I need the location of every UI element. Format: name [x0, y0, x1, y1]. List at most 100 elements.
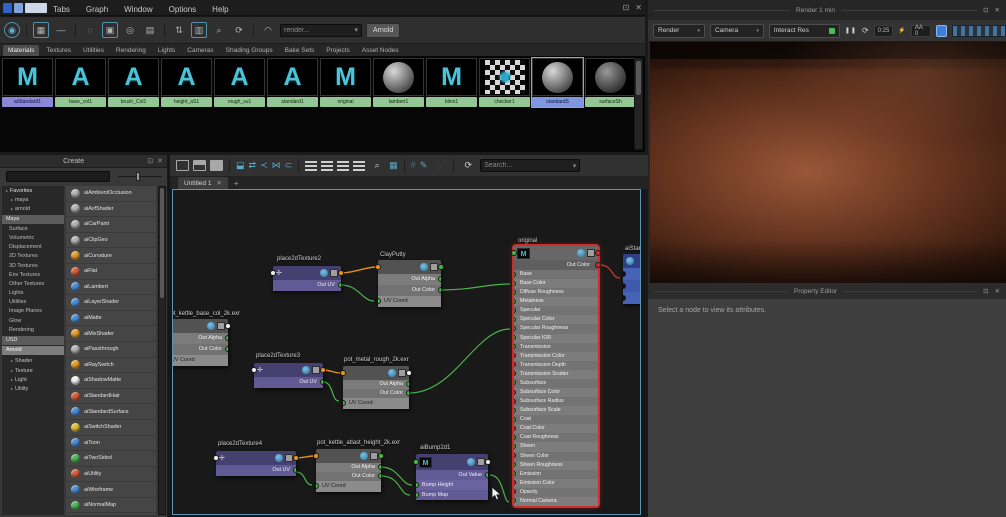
out-alpha-port[interactable]	[225, 335, 228, 341]
node-row[interactable]: Out Color	[173, 344, 228, 355]
node-search-input[interactable]: Search... ▾	[480, 159, 581, 172]
category-tree-item[interactable]: Rendering	[2, 326, 64, 335]
expand-icon[interactable]	[312, 366, 320, 374]
swatch-label[interactable]: rough_su1	[214, 97, 265, 107]
swatch-thumbnail[interactable]: A	[108, 58, 159, 96]
flash-icon[interactable]: ⚡	[898, 27, 905, 34]
swatch-thumbnail[interactable]: A	[161, 58, 212, 96]
collapse-icon[interactable]: —	[53, 22, 69, 38]
swatch-thumbnail[interactable]	[532, 58, 583, 96]
all-connections-icon[interactable]: ⋈	[272, 160, 281, 171]
category-tree-item[interactable]: Texture	[2, 366, 64, 375]
restart-render-icon[interactable]: ⟳	[862, 26, 869, 35]
create-node-item[interactable]: aiShadowMatte	[66, 373, 156, 389]
attribute-port[interactable]	[514, 434, 516, 440]
attribute-row[interactable]: Transmission Depth	[514, 360, 598, 370]
input-connections-icon[interactable]: ≺	[260, 160, 268, 171]
output-port[interactable]	[485, 459, 491, 465]
attribute-port[interactable]	[514, 298, 516, 304]
uv-port[interactable]	[316, 483, 319, 489]
category-tree-item[interactable]: Light	[2, 375, 64, 384]
file-node[interactable]: Out Alpha Out Color UV Coord	[375, 260, 444, 307]
out-color-port[interactable]	[225, 346, 228, 352]
attribute-port[interactable]	[514, 280, 516, 286]
browser-tab[interactable]: Shading Groups	[221, 45, 278, 56]
simple-view-icon[interactable]	[176, 160, 189, 171]
material-swatch[interactable]: A rough_su1	[214, 58, 265, 107]
attribute-row[interactable]: Transmission Scatter	[514, 369, 598, 379]
close-icon[interactable]: ✕	[635, 3, 642, 12]
chevron-down-icon[interactable]: ▾	[354, 26, 358, 34]
output-port[interactable]	[338, 270, 344, 276]
node-header[interactable]: M	[413, 454, 491, 470]
category-tree-item[interactable]: Lights	[2, 289, 64, 298]
attribute-port[interactable]	[514, 325, 516, 331]
layout-mode2-icon[interactable]	[321, 160, 334, 171]
material-swatch[interactable]: A base_col1	[55, 58, 106, 107]
node-header[interactable]	[313, 449, 384, 463]
node-row[interactable]: Out Color	[378, 285, 441, 296]
swatch-label[interactable]: lambert1	[373, 97, 424, 107]
category-tree-item[interactable]: Volumetric	[2, 234, 64, 243]
category-tree-item[interactable]: USD	[2, 336, 64, 346]
node-row[interactable]: Out Alpha	[173, 333, 228, 344]
filter-icon[interactable]: ▥	[191, 22, 207, 38]
node-row[interactable]: Out Alpha	[378, 274, 441, 285]
out-color-port[interactable]	[438, 287, 441, 293]
regraph-icon[interactable]: ⟳	[460, 158, 476, 174]
create-node-item[interactable]: aiWireframe	[66, 482, 156, 498]
render-swatch-icon[interactable]	[275, 454, 283, 462]
node-row[interactable]: Out UV	[254, 377, 323, 388]
attribute-row[interactable]: Specular Roughness	[514, 324, 598, 334]
place2d-node[interactable]: ✛ Out UV	[213, 451, 299, 476]
expand-icon[interactable]	[477, 458, 485, 466]
camera-dropdown[interactable]: Camera ▾	[709, 23, 764, 38]
category-tree-item[interactable]: Other Textures	[2, 280, 64, 289]
clear-filter-icon[interactable]: ◠	[260, 22, 276, 38]
attribute-port[interactable]	[514, 362, 516, 368]
input-port[interactable]	[251, 367, 257, 373]
node-row[interactable]: Out Alpha	[343, 380, 409, 389]
create-node-item[interactable]: aiRaySwitch	[66, 358, 156, 374]
attribute-port[interactable]	[514, 271, 516, 277]
node-row[interactable]: Out UV	[273, 280, 341, 291]
material-swatch[interactable]: A brush_Col1	[108, 58, 159, 107]
resolution-field[interactable]: Interact Res	[768, 23, 840, 38]
create-list-scrollbar[interactable]	[158, 186, 166, 515]
category-tree-item[interactable]: Arnold	[2, 346, 64, 356]
out-color-port[interactable]	[406, 390, 409, 396]
node-row[interactable]: Bump Map	[416, 490, 488, 500]
render-swatch-icon[interactable]	[388, 369, 396, 377]
menu-item[interactable]: Graph	[86, 5, 108, 14]
toggle-panels-icon[interactable]: ◉	[4, 22, 20, 38]
node-row[interactable]: Out Color	[316, 472, 381, 481]
add-to-graph-icon[interactable]: ⬓	[236, 160, 245, 171]
snapshot-icon[interactable]	[935, 24, 948, 37]
selected-material-node[interactable]: M Out Color Base Base Color Diffuse Roug…	[511, 246, 601, 507]
attribute-row[interactable]: Transmission Color	[514, 351, 598, 361]
browser-tab[interactable]: Lights	[153, 45, 180, 56]
dock-icon[interactable]: ⊡	[983, 6, 988, 14]
browser-tab[interactable]: Cameras	[182, 45, 218, 56]
dock-icon[interactable]: ⊡	[983, 287, 988, 295]
category-tree-item[interactable]: Image Planes	[2, 307, 64, 316]
connected-view-icon[interactable]	[193, 160, 206, 171]
node-header[interactable]	[340, 366, 412, 380]
node-header[interactable]	[173, 319, 231, 333]
zoom-icon[interactable]: ⌕	[211, 22, 227, 38]
attribute-row[interactable]: Emission Color	[514, 478, 598, 488]
dock-icon[interactable]: ⊡	[147, 157, 153, 165]
attribute-port[interactable]	[514, 353, 516, 359]
swatch-label[interactable]: blinn1	[426, 97, 477, 107]
create-node-item[interactable]: aiSwitchShader	[66, 420, 156, 436]
out-alpha-port[interactable]	[406, 381, 409, 387]
swatch-thumbnail[interactable]	[373, 58, 424, 96]
input-port[interactable]	[511, 250, 517, 256]
out-uv-port[interactable]	[293, 467, 296, 473]
browser-tab[interactable]: Rendering	[111, 45, 151, 56]
create-node-item[interactable]: aiStandardSurface	[66, 404, 156, 420]
attribute-port[interactable]	[514, 398, 516, 404]
attribute-row[interactable]: Coat Roughness	[514, 433, 598, 443]
attribute-row[interactable]: Specular IOR	[514, 333, 598, 343]
create-node-item[interactable]: aiClipGeo	[66, 233, 156, 249]
